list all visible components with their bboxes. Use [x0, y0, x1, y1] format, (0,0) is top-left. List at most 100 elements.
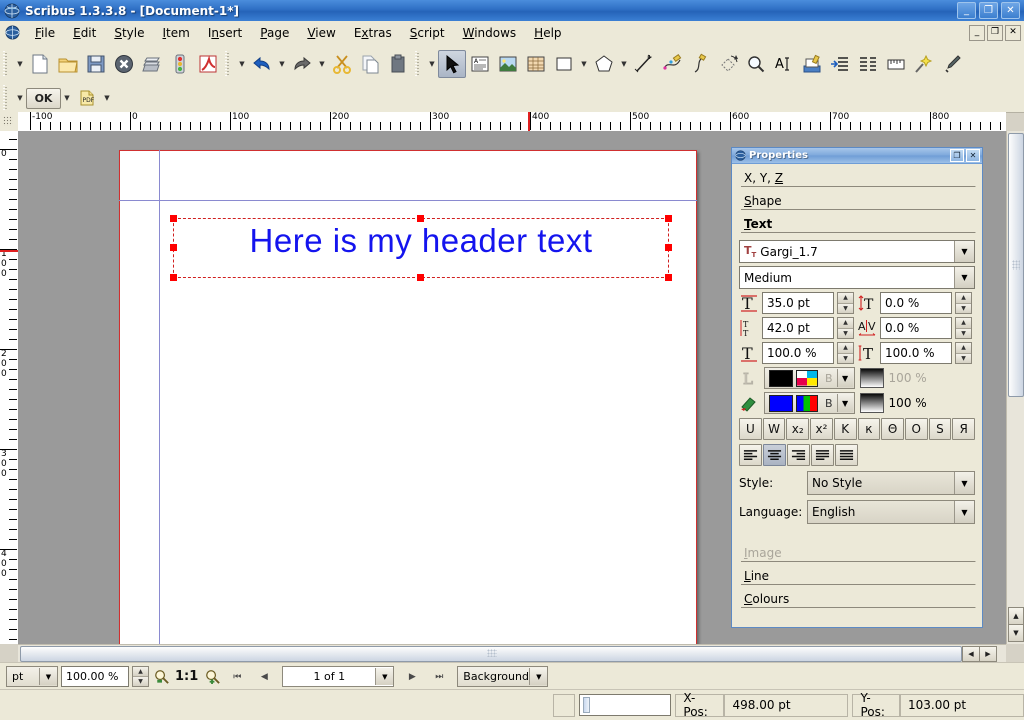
stepper-down[interactable]: ▼	[956, 302, 971, 313]
subscript-button[interactable]: x₂	[786, 418, 810, 440]
stepper-down[interactable]: ▼	[133, 676, 148, 686]
unit-combo[interactable]: pt ▼	[6, 666, 58, 687]
resize-handle-ne[interactable]	[665, 215, 672, 222]
page-1[interactable]: Here is my header text	[119, 150, 697, 644]
font-family-combo[interactable]: TT Gargi_1.7 ▼	[739, 240, 975, 263]
edit-toolbar-overflow-arrow[interactable]: ▼	[236, 51, 248, 77]
zoom-input[interactable]: 100.00 %	[61, 666, 129, 687]
edit-text-story-editor-icon[interactable]	[798, 50, 826, 78]
underline-words-only-button[interactable]: W	[762, 418, 786, 440]
chevron-down-icon[interactable]: ▼	[375, 668, 394, 685]
text-stroke-color-button[interactable]: B ▼	[764, 367, 855, 389]
menu-help[interactable]: Help	[525, 23, 570, 43]
underline-button[interactable]: U	[739, 418, 762, 440]
menu-insert[interactable]: Insert	[199, 23, 251, 43]
redo-dropdown-arrow[interactable]: ▼	[316, 51, 328, 77]
rotate-item-icon[interactable]	[714, 50, 742, 78]
align-block-button[interactable]	[811, 444, 834, 466]
resize-handle-nw[interactable]	[170, 215, 177, 222]
shadowed-text-button[interactable]: S	[928, 418, 952, 440]
tracking-stepper[interactable]: ▲ ▼	[955, 317, 972, 339]
close-document-icon[interactable]	[110, 50, 138, 78]
stepper-up[interactable]: ▲	[956, 318, 971, 328]
horizontal-scrollbar-thumb[interactable]	[20, 646, 962, 662]
line-spacing-input[interactable]: 42.0 pt	[762, 317, 834, 339]
insert-bezier-curve-icon[interactable]	[658, 50, 686, 78]
stepper-down[interactable]: ▼	[838, 327, 853, 338]
eye-dropper-icon[interactable]	[938, 50, 966, 78]
resize-handle-w[interactable]	[170, 244, 177, 251]
section-colours[interactable]: Colours	[737, 589, 977, 612]
zoom-in-icon[interactable]	[203, 667, 221, 686]
zoom-reset-button[interactable]: 1:1	[175, 669, 198, 684]
scroll-right-button[interactable]: ▶	[979, 646, 997, 662]
outline-button[interactable]: O	[904, 418, 928, 440]
print-icon[interactable]	[138, 50, 166, 78]
close-button[interactable]: ✕	[1001, 2, 1020, 19]
text-fill-color-button[interactable]: B ▼	[764, 392, 855, 414]
language-combo[interactable]: English ▼	[807, 500, 975, 524]
text-frame-content[interactable]: Here is my header text	[174, 223, 668, 259]
chevron-down-icon[interactable]: ▼	[529, 668, 548, 685]
paragraph-style-combo[interactable]: No Style ▼	[807, 471, 975, 495]
pdf-ok-dropdown-arrow[interactable]: ▼	[61, 85, 73, 111]
stroke-color-swatch[interactable]	[769, 369, 793, 387]
stroke-shade-bar[interactable]	[859, 368, 884, 388]
stepper-up[interactable]: ▲	[956, 343, 971, 353]
stepper-up[interactable]: ▲	[956, 293, 971, 303]
scale-width-input[interactable]: 100.0 %	[762, 342, 834, 364]
stepper-up[interactable]: ▲	[133, 667, 148, 676]
strikethrough-button[interactable]: Θ	[881, 418, 904, 440]
export-pdf-icon[interactable]	[194, 50, 222, 78]
section-line[interactable]: Line	[737, 566, 977, 589]
menu-view[interactable]: View	[298, 23, 344, 43]
first-page-button[interactable]: ⏮	[228, 667, 246, 686]
stepper-up[interactable]: ▲	[838, 293, 853, 303]
menu-file[interactable]: File	[26, 23, 64, 43]
insert-line-icon[interactable]	[630, 50, 658, 78]
baseline-shift-input[interactable]: 0.0 %	[880, 292, 952, 314]
document-restore-button[interactable]: ❐	[987, 24, 1003, 41]
section-xyz[interactable]: X, Y, Z	[737, 168, 977, 191]
stepper-up[interactable]: ▲	[838, 343, 853, 353]
scale-height-stepper[interactable]: ▲ ▼	[955, 342, 972, 364]
align-forced-button[interactable]	[835, 444, 858, 466]
save-icon[interactable]	[82, 50, 110, 78]
pdf-tools-icon[interactable]: PDF	[73, 84, 101, 112]
small-caps-button[interactable]: к	[857, 418, 881, 440]
canvas-vertical-scrollbar[interactable]: ▲ ▼	[1006, 131, 1024, 644]
resize-handle-e[interactable]	[665, 244, 672, 251]
scale-height-input[interactable]: 100.0 %	[880, 342, 952, 364]
pdf-toolbar-overflow-arrow[interactable]: ▼	[14, 85, 26, 111]
resize-handle-se[interactable]	[665, 274, 672, 281]
text-frame-selected[interactable]: Here is my header text	[170, 215, 672, 281]
shape-dropdown-arrow[interactable]: ▼	[578, 51, 590, 77]
line-spacing-stepper[interactable]: ▲ ▼	[837, 317, 854, 339]
pdf-tools-dropdown-arrow[interactable]: ▼	[101, 85, 113, 111]
chevron-down-icon[interactable]: ▼	[954, 501, 974, 523]
menu-page[interactable]: Page	[251, 23, 298, 43]
superscript-button[interactable]: x²	[810, 418, 833, 440]
document-minimize-button[interactable]: _	[969, 24, 985, 41]
baseline-shift-stepper[interactable]: ▲ ▼	[955, 292, 972, 314]
insert-text-frame-icon[interactable]: A	[466, 50, 494, 78]
resize-handle-s[interactable]	[417, 274, 424, 281]
layer-combo[interactable]: Background ▼	[457, 666, 549, 687]
select-arrow-icon[interactable]	[438, 50, 466, 78]
section-text[interactable]: Text	[737, 214, 977, 237]
stepper-down[interactable]: ▼	[956, 352, 971, 363]
zoom-icon[interactable]	[742, 50, 770, 78]
menu-windows[interactable]: Windows	[454, 23, 526, 43]
horizontal-ruler[interactable]: -100 0 100 200 300 400 500 600 700 800	[18, 112, 1006, 132]
insert-image-frame-icon[interactable]	[494, 50, 522, 78]
chevron-down-icon[interactable]: ▼	[954, 267, 974, 288]
chevron-down-icon[interactable]: ▼	[836, 369, 853, 387]
copy-icon[interactable]	[356, 50, 384, 78]
resize-handle-sw[interactable]	[170, 274, 177, 281]
section-shape[interactable]: Shape	[737, 191, 977, 214]
resize-handle-n[interactable]	[417, 215, 424, 222]
vertical-ruler[interactable]: 0 100 200 300 400	[0, 131, 19, 644]
maximize-button[interactable]: ❐	[979, 2, 998, 19]
section-image[interactable]: Image	[737, 543, 977, 566]
scroll-left-button[interactable]: ◀	[962, 646, 980, 662]
